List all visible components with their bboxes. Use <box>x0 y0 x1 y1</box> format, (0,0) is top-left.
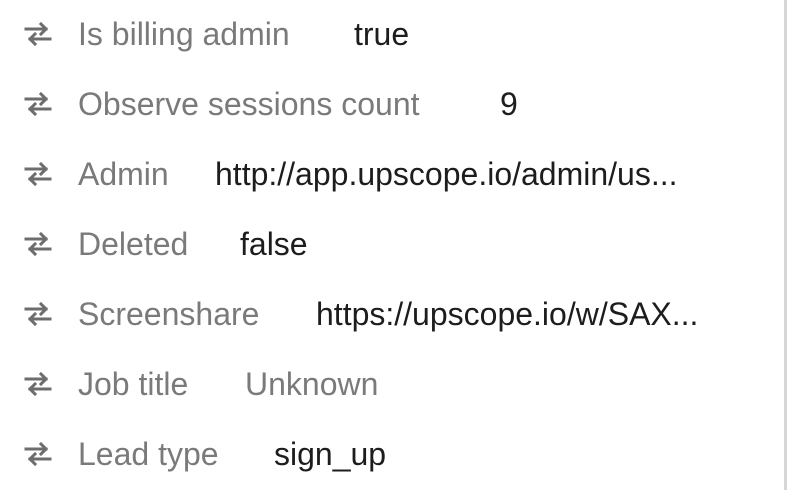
attribute-label: Lead type <box>78 436 219 472</box>
attribute-value-link[interactable]: http://app.upscope.io/admin/us... <box>215 149 678 199</box>
swap-arrows-icon <box>22 371 54 397</box>
attribute-label: Observe sessions count <box>78 86 420 122</box>
attributes-panel: Is billing admin true Observe sessions c… <box>0 0 784 490</box>
swap-arrows-icon <box>22 301 54 327</box>
attribute-label: Deleted <box>78 226 189 262</box>
attribute-value: false <box>240 226 308 262</box>
swap-arrows-icon <box>22 441 54 467</box>
attribute-value: 9 <box>500 86 518 122</box>
attribute-label: Is billing admin <box>78 16 290 52</box>
panel-divider <box>784 0 787 490</box>
swap-arrows-icon <box>22 91 54 117</box>
attribute-label: Job title <box>78 366 189 402</box>
attribute-value: true <box>354 16 410 52</box>
swap-arrows-icon <box>22 161 54 187</box>
swap-arrows-icon <box>22 21 54 47</box>
attribute-value: sign_up <box>274 436 387 472</box>
attribute-value: Unknown <box>245 366 379 402</box>
attribute-label: Admin <box>78 156 169 192</box>
attribute-value-link[interactable]: https://upscope.io/w/SAX... <box>316 289 698 339</box>
swap-arrows-icon <box>22 231 54 257</box>
attribute-label: Screenshare <box>78 296 260 332</box>
